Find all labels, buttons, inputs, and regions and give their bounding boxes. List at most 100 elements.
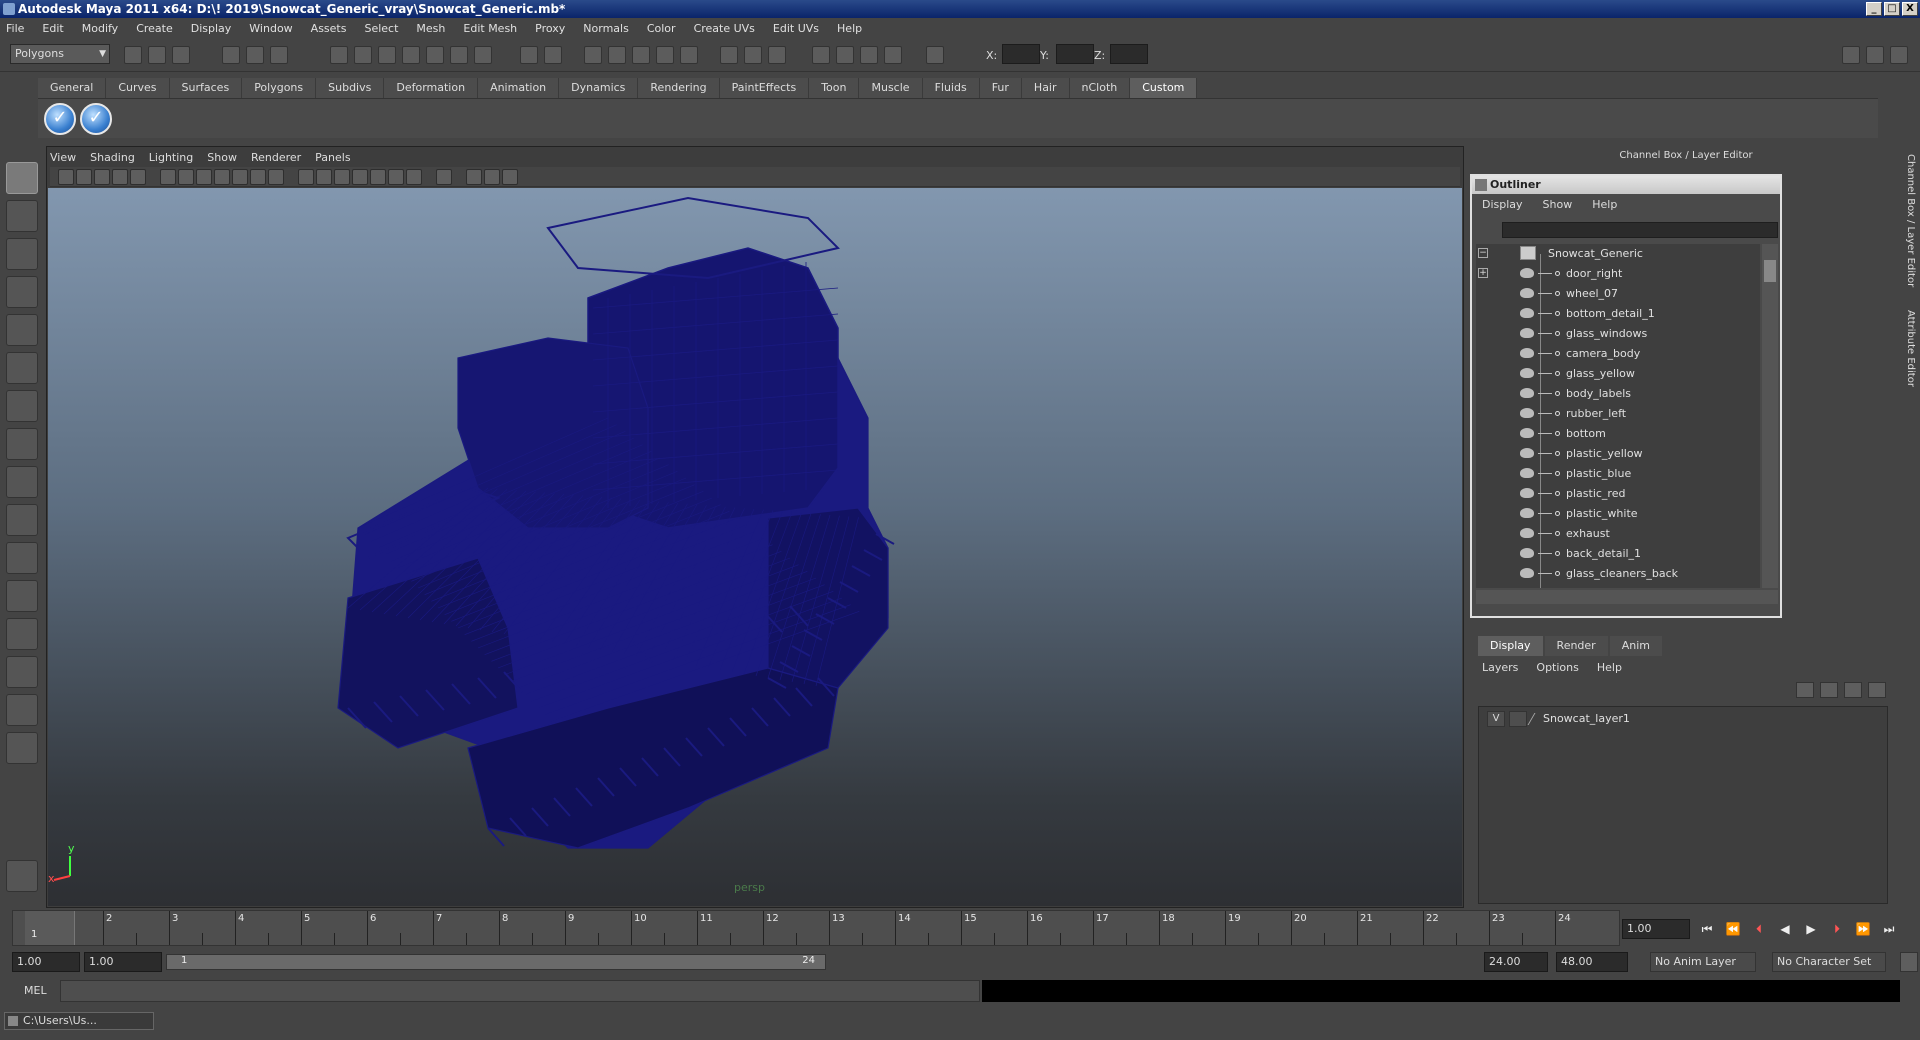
four-view-layout-icon[interactable]: [6, 580, 38, 612]
end-time-field[interactable]: 48.00: [1556, 952, 1628, 972]
select-tool-icon[interactable]: [6, 162, 38, 194]
shelf-tab-ncloth[interactable]: nCloth: [1069, 78, 1131, 98]
shelf-tab-muscle[interactable]: Muscle: [859, 78, 923, 98]
render-region-icon[interactable]: [836, 46, 854, 64]
shelf-tab-general[interactable]: General: [38, 78, 107, 98]
lasso-tool-icon[interactable]: [6, 200, 38, 232]
toggle-channel-box-icon[interactable]: [1890, 46, 1908, 64]
check-icon[interactable]: ✓: [44, 103, 76, 135]
graph-layout-icon[interactable]: [6, 732, 38, 764]
outliner-item[interactable]: bottom_detail_1: [1476, 304, 1760, 324]
move-up-layer-icon[interactable]: [1844, 682, 1862, 698]
anim-layer-dropdown[interactable]: No Anim Layer: [1650, 952, 1756, 972]
construction-history-icon[interactable]: [520, 46, 538, 64]
outliner-item[interactable]: door_right +: [1476, 264, 1760, 284]
ipr-render-icon[interactable]: [608, 46, 626, 64]
outliner-item[interactable]: plastic_white: [1476, 504, 1760, 524]
play-forward-icon[interactable]: ▶: [1802, 920, 1820, 938]
layer-tab-anim[interactable]: Anim: [1609, 636, 1662, 656]
sel-mask-icon[interactable]: [720, 46, 738, 64]
gate-mask-icon[interactable]: [214, 169, 230, 185]
new-scene-icon[interactable]: [124, 46, 142, 64]
layer-visibility-toggle[interactable]: V: [1487, 711, 1505, 727]
z-field[interactable]: [1110, 44, 1148, 64]
save-scene-icon[interactable]: [172, 46, 190, 64]
vp-menu-view[interactable]: View: [50, 149, 76, 167]
safe-action-icon[interactable]: [250, 169, 266, 185]
last-tool-icon[interactable]: [6, 504, 38, 536]
scale-tool-icon[interactable]: [6, 352, 38, 384]
snap-point-icon[interactable]: [378, 46, 396, 64]
playback-start-field[interactable]: 1.00: [84, 952, 162, 972]
layer-menu-layers[interactable]: Layers: [1482, 658, 1518, 678]
x-field[interactable]: [1002, 44, 1040, 64]
menu-window[interactable]: Window: [249, 22, 292, 35]
shelf-tab-subdivs[interactable]: Subdivs: [316, 78, 385, 98]
toggle-tool-settings-icon[interactable]: [1866, 46, 1884, 64]
step-back-key-icon[interactable]: ⏴: [1750, 920, 1768, 938]
current-frame-field[interactable]: 1.00: [1622, 919, 1690, 939]
outliner-item[interactable]: exhaust: [1476, 524, 1760, 544]
layer-tab-render[interactable]: Render: [1544, 636, 1608, 656]
step-back-icon[interactable]: ⏪: [1724, 920, 1742, 938]
range-slider[interactable]: 1 24: [166, 954, 826, 970]
outliner-item[interactable]: body_labels: [1476, 384, 1760, 404]
maximize-button[interactable]: □: [1884, 2, 1900, 16]
layer-menu-options[interactable]: Options: [1536, 658, 1578, 678]
vp-menu-renderer[interactable]: Renderer: [251, 149, 301, 167]
outliner-horizontal-scrollbar[interactable]: [1476, 590, 1778, 604]
hypershade-layout-icon[interactable]: [6, 694, 38, 726]
menu-help[interactable]: Help: [837, 22, 862, 35]
persp-outliner-layout-icon[interactable]: [6, 618, 38, 650]
menu-display[interactable]: Display: [191, 22, 232, 35]
history-icon[interactable]: [450, 46, 468, 64]
help-line-icon[interactable]: [6, 860, 38, 892]
outliner-root-row[interactable]: − Snowcat_Generic: [1476, 244, 1760, 264]
scroll-thumb[interactable]: [1764, 260, 1776, 282]
universal-manipulator-icon[interactable]: [6, 390, 38, 422]
shelf-tab-painteffects[interactable]: PaintEffects: [719, 78, 810, 98]
vtab-attribute-editor[interactable]: Attribute Editor: [1900, 310, 1916, 387]
shelf-tab-hair[interactable]: Hair: [1021, 78, 1070, 98]
outliner-item[interactable]: plastic_yellow: [1476, 444, 1760, 464]
select-object-icon[interactable]: [246, 46, 264, 64]
render-settings-icon[interactable]: [632, 46, 650, 64]
shelf-tab-curves[interactable]: Curves: [106, 78, 170, 98]
outliner-item[interactable]: glass_yellow: [1476, 364, 1760, 384]
snap-surface-icon[interactable]: [426, 46, 444, 64]
sel-lock-icon[interactable]: [768, 46, 786, 64]
camera-attributes-icon[interactable]: [76, 169, 92, 185]
menu-select[interactable]: Select: [364, 22, 398, 35]
outliner-item[interactable]: glass_windows: [1476, 324, 1760, 344]
single-perspective-layout-icon[interactable]: [6, 542, 38, 574]
expand-icon[interactable]: +: [1478, 268, 1488, 278]
shelf-tab-dynamics[interactable]: Dynamics: [559, 78, 639, 98]
film-gate-icon[interactable]: [178, 169, 194, 185]
playback-end-field[interactable]: 24.00: [1484, 952, 1548, 972]
current-time-marker[interactable]: 1: [25, 911, 75, 945]
snap-grid-icon[interactable]: [330, 46, 348, 64]
sel-highlight-icon[interactable]: [744, 46, 762, 64]
vp-menu-panels[interactable]: Panels: [315, 149, 350, 167]
menu-color[interactable]: Color: [647, 22, 676, 35]
shelf-tab-toon[interactable]: Toon: [809, 78, 860, 98]
outliner-item[interactable]: plastic_blue: [1476, 464, 1760, 484]
input-ops-icon[interactable]: [544, 46, 562, 64]
start-time-field[interactable]: 1.00: [12, 952, 80, 972]
layer-menu-help[interactable]: Help: [1597, 658, 1622, 678]
layer-tab-display[interactable]: Display: [1478, 636, 1543, 656]
outliner-menu-help[interactable]: Help: [1592, 198, 1617, 211]
persp-graph-layout-icon[interactable]: [6, 656, 38, 688]
soft-mod-tool-icon[interactable]: [6, 428, 38, 460]
y-field[interactable]: [1056, 44, 1094, 64]
safe-title-icon[interactable]: [268, 169, 284, 185]
snap-plane-icon[interactable]: [402, 46, 420, 64]
outliner-item[interactable]: wheel_07: [1476, 284, 1760, 304]
image-plane-icon[interactable]: [112, 169, 128, 185]
shelf-tab-rendering[interactable]: Rendering: [638, 78, 720, 98]
render-view-icon[interactable]: [680, 46, 698, 64]
field-chart-icon[interactable]: [232, 169, 248, 185]
snap-curve-icon[interactable]: [354, 46, 372, 64]
lights-icon[interactable]: [370, 169, 386, 185]
layer-playback-toggle[interactable]: [1509, 711, 1527, 727]
